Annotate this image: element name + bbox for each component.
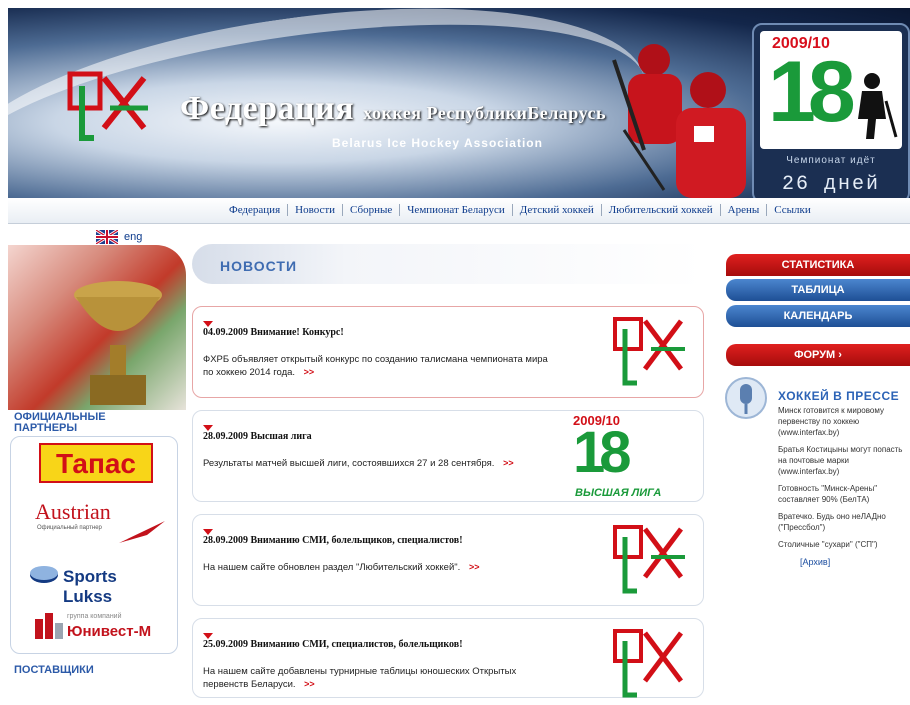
partner-sportslukss-logo[interactable]: Sports Lukss [21, 563, 169, 606]
championship-logo: 2009/10 18 [760, 31, 902, 149]
championship-number: 18 [768, 44, 856, 140]
austrian-logo-text: Austrian [35, 499, 111, 524]
news-item[interactable]: 28.09.2009 Вниманию СМИ, болельщиков, сп… [192, 514, 704, 606]
press-item[interactable]: Минск готовится к мировому первенству по… [778, 405, 910, 438]
archive-link[interactable]: [Архив] [800, 557, 830, 567]
press-item[interactable]: Готовность "Минск-Арены" составляет 90% … [778, 483, 910, 505]
news-body-text: ФХРБ объявляет открытый конкурс по созда… [203, 354, 548, 378]
championship-counter[interactable]: 2009/10 18 Чемпионат идёт 26 дней [752, 23, 910, 198]
news-section-title: НОВОСТИ [220, 258, 298, 274]
nav-item-amateur-hockey[interactable]: Любительский хоккей [602, 204, 721, 216]
news-body: На нашем сайте обновлен раздел "Любитель… [203, 561, 553, 574]
news-headline[interactable]: 25.09.2009 Вниманию СМИ, специалистов, б… [203, 639, 573, 650]
press-item[interactable]: Вратечко. Будь оно неЛАДно ("Прессбол") [778, 511, 910, 533]
fhrb-logo-icon [613, 629, 683, 698]
hockey-players-image [612, 44, 746, 198]
language-switch[interactable]: eng [96, 230, 142, 244]
hockey-puck-icon [30, 566, 58, 583]
site-title: Федерация хоккея РеспубликиБеларусь [180, 90, 606, 128]
news-headline[interactable]: 28.09.2009 Высшая лига [203, 431, 573, 442]
nav-item-links[interactable]: Ссылки [767, 204, 817, 216]
nav-item-federation[interactable]: Федерация [222, 204, 289, 216]
read-more-link[interactable]: >> [304, 679, 315, 689]
championship-days: 26 дней [781, 173, 880, 196]
news-body-text: Результаты матчей высшей лиги, состоявши… [203, 458, 495, 469]
univest-logo-subtext: группа компаний [67, 613, 122, 620]
univest-building-icon [35, 613, 63, 639]
nav-item-teams[interactable]: Сборные [343, 204, 401, 216]
main-navigation: Федерация Новости Сборные Чемпионат Бела… [8, 198, 910, 224]
badge-number: 18 [573, 420, 631, 485]
read-more-link[interactable]: >> [469, 562, 480, 572]
site-subtitle: Belarus Ice Hockey Association [332, 136, 543, 150]
sportslukss-logo-text: Sports Lukss [63, 567, 117, 606]
fhrb-logo-icon[interactable] [60, 68, 152, 152]
badge-league: ВЫСШАЯ ЛИГА [575, 487, 662, 499]
news-body: Результаты матчей высшей лиги, состоявши… [203, 457, 553, 470]
partner-austrian-logo[interactable]: Austrian Официальный партнер [21, 499, 169, 553]
news-item[interactable]: 25.09.2009 Вниманию СМИ, специалистов, б… [192, 618, 704, 698]
press-item[interactable]: Столичные "сухари" ("СП") [778, 539, 910, 550]
news-item[interactable]: 04.09.2009 Внимание! Конкурс! ФХРБ объяв… [192, 306, 704, 398]
uk-flag-icon [96, 230, 118, 244]
trophy-banner-image [8, 245, 186, 410]
fhrb-logo-icon [613, 525, 685, 594]
austrian-swoosh-icon [119, 521, 165, 543]
high-league-badge: 2009/10 18 ВЫСШАЯ ЛИГА [569, 413, 699, 501]
press-list: Минск готовится к мировому первенству по… [778, 405, 910, 556]
partner-univest-logo[interactable]: группа компаний Юнивест-М [21, 613, 169, 643]
microphone-icon [725, 377, 767, 419]
site-title-big: Федерация [180, 90, 355, 127]
table-button[interactable]: ТАБЛИЦА [726, 279, 910, 301]
statistics-header[interactable]: СТАТИСТИКА [726, 254, 910, 276]
partner-tapas-logo[interactable]: Тапас [21, 443, 169, 485]
nav-item-news[interactable]: Новости [288, 204, 344, 216]
news-headline[interactable]: 04.09.2009 Внимание! Конкурс! [203, 327, 573, 338]
news-body-text: На нашем сайте добавлены турнирные табли… [203, 666, 517, 690]
news-body: ФХРБ объявляет открытый конкурс по созда… [203, 353, 553, 379]
hockey-player-silhouette-icon [858, 73, 898, 139]
read-more-link[interactable]: >> [304, 367, 315, 377]
tapas-logo-text: Тапас [55, 448, 137, 479]
partners-heading: Официальные партнеры [14, 411, 106, 434]
forum-button[interactable]: ФОРУМ › [726, 344, 910, 366]
news-headline[interactable]: 28.09.2009 Вниманию СМИ, болельщиков, сп… [203, 535, 573, 546]
tapas-logo-box: Тапас [39, 443, 153, 483]
news-item[interactable]: 28.09.2009 Высшая лига Результаты матчей… [192, 410, 704, 502]
univest-logo-text: Юнивест-М [67, 623, 152, 640]
news-body-text: На нашем сайте обновлен раздел "Любитель… [203, 562, 461, 573]
news-body: На нашем сайте добавлены турнирные табли… [203, 665, 553, 691]
nav-item-arenas[interactable]: Арены [721, 204, 768, 216]
news-section-header: НОВОСТИ [192, 244, 704, 284]
calendar-button[interactable]: КАЛЕНДАРЬ [726, 305, 910, 327]
trophy-cup-icon [74, 281, 162, 405]
nav-item-championship[interactable]: Чемпионат Беларуси [400, 204, 513, 216]
nav-items: Федерация Новости Сборные Чемпионат Бела… [222, 204, 818, 216]
suppliers-heading: Поставщики [14, 664, 94, 676]
language-label[interactable]: eng [124, 231, 142, 243]
nav-item-youth-hockey[interactable]: Детский хоккей [513, 204, 602, 216]
austrian-logo-subtext: Официальный партнер [37, 525, 102, 531]
partners-panel: Тапас Austrian Официальный партнер Sport… [10, 436, 178, 654]
site-header: Федерация хоккея РеспубликиБеларусь Bela… [8, 8, 910, 198]
read-more-link[interactable]: >> [503, 458, 514, 468]
championship-label: Чемпионат идёт [786, 155, 876, 166]
press-item[interactable]: Братья Костицыны могут попасть на почтов… [778, 444, 910, 477]
site-title-small: хоккея РеспубликиБеларусь [363, 103, 607, 123]
fhrb-logo-icon [613, 317, 685, 386]
press-section-title: ХОККЕЙ В ПРЕССЕ [778, 389, 900, 403]
